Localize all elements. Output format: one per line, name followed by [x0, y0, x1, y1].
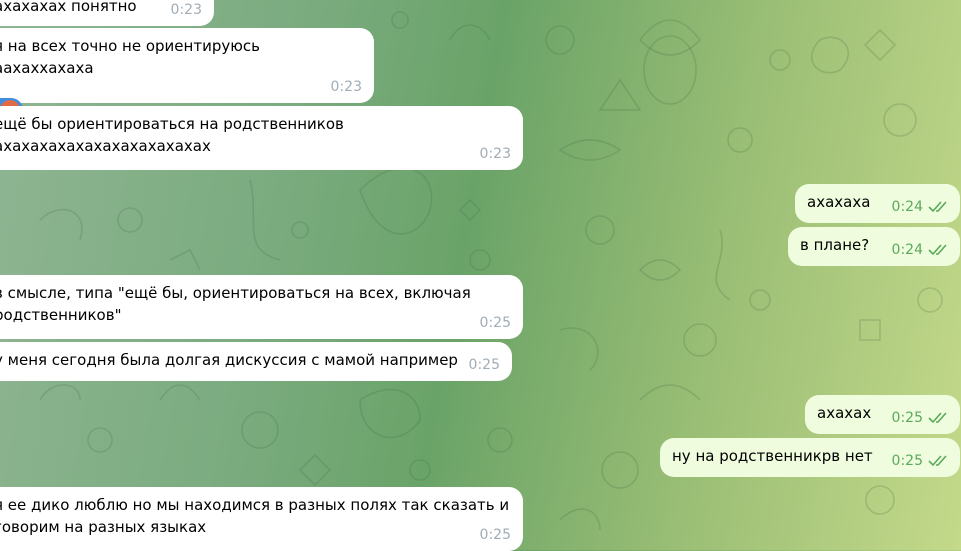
message-time: 0:24 — [891, 242, 923, 258]
message-text: ну на родственникрв нет — [672, 447, 873, 465]
message-text: я ее дико люблю но мы находимся в разных… — [0, 496, 510, 536]
message-time: 0:25 — [891, 453, 923, 469]
message-time: 0:25 — [479, 315, 511, 331]
message-bubble-outgoing[interactable]: ахахах 0:25 — [805, 395, 960, 434]
message-meta: 0:23 — [331, 76, 362, 98]
message-text: ахахах — [817, 404, 872, 422]
message-bubble[interactable]: в смысле, типа "ещё бы, ориентироваться … — [0, 275, 523, 339]
message-list: ахахахах понятно 0:23 я на всех точно не… — [0, 0, 961, 551]
message-meta: 0:24 — [892, 239, 948, 261]
message-meta: 0:24 — [892, 196, 948, 218]
message-meta: 0:25 — [892, 407, 948, 429]
message-bubble[interactable]: ещё бы ориентироваться на родственников … — [0, 106, 523, 170]
message-time: 0:23 — [330, 79, 362, 95]
message-text: у меня сегодня была долгая дискуссия с м… — [0, 351, 458, 369]
message-meta: 0:23 — [171, 0, 202, 21]
message-time: 0:23 — [479, 146, 511, 162]
message-text: в смысле, типа "ещё бы, ориентироваться … — [0, 284, 471, 324]
double-check-icon — [928, 201, 948, 213]
message-bubble-outgoing[interactable]: ахахаха 0:24 — [795, 184, 960, 223]
message-time: 0:25 — [891, 410, 923, 426]
message-bubble[interactable]: я ее дико люблю но мы находимся в разных… — [0, 487, 523, 551]
message-meta: 0:23 — [480, 143, 511, 165]
message-bubble[interactable]: у меня сегодня была долгая дискуссия с м… — [0, 342, 512, 381]
message-time: 0:25 — [468, 357, 500, 373]
double-check-icon — [928, 412, 948, 424]
message-meta: 0:25 — [469, 354, 500, 376]
message-bubble[interactable]: ахахахах понятно 0:23 — [0, 0, 214, 26]
message-text: ахахаха — [807, 193, 871, 211]
message-time: 0:24 — [891, 199, 923, 215]
message-text: ахахахах понятно — [0, 0, 137, 15]
message-bubble-outgoing[interactable]: в плане? 0:24 — [788, 227, 960, 266]
message-text: ещё бы ориентироваться на родственников … — [0, 115, 344, 155]
double-check-icon — [928, 244, 948, 256]
message-bubble[interactable]: я на всех точно не ориентируюсь аахаххах… — [0, 28, 374, 122]
message-text: я на всех точно не ориентируюсь аахаххах… — [0, 37, 265, 77]
double-check-icon — [928, 455, 948, 467]
message-time: 0:23 — [170, 2, 202, 18]
message-text: в плане? — [800, 236, 870, 254]
message-time: 0:25 — [479, 527, 511, 543]
message-meta: 0:25 — [480, 524, 511, 546]
message-bubble-outgoing[interactable]: ну на родственникрв нет 0:25 — [660, 438, 960, 477]
message-meta: 0:25 — [480, 312, 511, 334]
message-meta: 0:25 — [892, 450, 948, 472]
